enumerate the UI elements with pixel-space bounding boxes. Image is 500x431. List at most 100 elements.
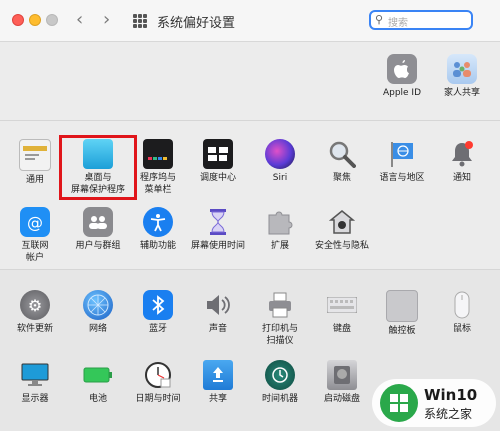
pref-software-update[interactable]: ⚙ 软件更新 — [3, 290, 67, 335]
pref-label: 家人共享 — [443, 88, 480, 98]
pref-apple-id[interactable]: Apple ID — [370, 54, 434, 99]
pref-label: 互联网 帐户 — [21, 241, 49, 263]
pref-mission-control[interactable]: 调度中心 — [186, 139, 250, 184]
pref-startup-disk[interactable]: 启动磁盘 — [310, 360, 374, 405]
spotlight-icon — [327, 139, 357, 169]
pref-label: 日期与时间 — [135, 394, 181, 404]
pref-siri[interactable]: Siri — [248, 139, 312, 184]
pref-label: 网络 — [88, 324, 107, 334]
show-all-grid-icon[interactable] — [133, 14, 147, 28]
site-watermark: Win10 系统之家 — [372, 379, 496, 427]
pref-label: 用户与群组 — [75, 241, 121, 251]
accessibility-icon — [143, 207, 173, 237]
security-icon — [327, 207, 357, 237]
language-icon — [387, 139, 417, 169]
time-machine-icon — [265, 360, 295, 390]
pref-sound[interactable]: 声音 — [186, 290, 250, 335]
screen-time-icon — [203, 207, 233, 237]
pref-label: 时间机器 — [261, 394, 298, 404]
pref-trackpad[interactable]: 触控板 — [370, 290, 434, 337]
pref-security-privacy[interactable]: 安全性与隐私 — [310, 207, 374, 252]
pref-label: 安全性与隐私 — [314, 241, 369, 251]
general-icon — [19, 139, 51, 171]
display-icon — [20, 360, 50, 390]
pref-label: 辅助功能 — [139, 241, 176, 251]
pref-notifications[interactable]: 通知 — [430, 139, 494, 184]
pref-internet-accounts[interactable]: @ 互联网 帐户 — [3, 207, 67, 264]
title-bar: ‹ › 系统偏好设置 ⚲ 搜索 — [0, 0, 500, 42]
sharing-icon — [203, 360, 233, 390]
search-field[interactable]: ⚲ 搜索 — [369, 10, 473, 30]
sound-icon — [203, 290, 233, 320]
pref-label: Siri — [272, 173, 288, 183]
apple-icon — [387, 54, 417, 84]
pref-accessibility[interactable]: 辅助功能 — [126, 207, 190, 252]
notification-icon — [447, 139, 477, 169]
pref-keyboard[interactable]: 键盘 — [310, 290, 374, 335]
search-placeholder: 搜索 — [388, 18, 408, 29]
highlight-box — [59, 135, 137, 200]
system-preferences-window: ‹ › 系统偏好设置 ⚲ 搜索 Apple ID 家人共享 通用 桌面与 屏幕保… — [0, 0, 500, 431]
internet-accounts-icon: @ — [20, 207, 50, 237]
pref-label: 语言与地区 — [379, 173, 425, 183]
pref-label: 键盘 — [332, 324, 351, 334]
pref-mouse[interactable]: 鼠标 — [430, 290, 494, 335]
pref-family-sharing[interactable]: 家人共享 — [430, 54, 494, 99]
pref-label: 扩展 — [270, 241, 289, 251]
pref-label: 声音 — [208, 324, 227, 334]
pref-general[interactable]: 通用 — [3, 139, 67, 186]
watermark-subtitle: 系统之家 — [424, 407, 473, 421]
pref-label: 打印机与 扫描仪 — [261, 324, 298, 346]
siri-icon — [265, 139, 295, 169]
users-icon — [83, 207, 113, 237]
pref-label: 屏幕使用时间 — [190, 241, 245, 251]
pref-label: 聚焦 — [332, 173, 351, 183]
window-title: 系统偏好设置 — [157, 16, 236, 31]
pref-label: 触控板 — [388, 326, 416, 336]
windows-logo-icon — [380, 384, 418, 422]
search-icon: ⚲ — [375, 13, 384, 26]
back-icon[interactable]: ‹ — [76, 10, 83, 30]
pref-label: 显示器 — [21, 394, 49, 404]
pref-battery[interactable]: 电池 — [66, 360, 130, 405]
pref-date-time[interactable]: 日期与时间 — [126, 360, 190, 405]
pref-label: 通用 — [25, 175, 44, 185]
pref-label: 通知 — [452, 173, 471, 183]
pref-sharing[interactable]: 共享 — [186, 360, 250, 405]
dock-icon — [143, 139, 173, 169]
pref-label: 启动磁盘 — [323, 394, 360, 404]
clock-icon — [143, 360, 173, 390]
startup-disk-icon — [327, 360, 357, 390]
pref-label: 鼠标 — [452, 324, 471, 334]
extensions-icon — [265, 207, 295, 237]
battery-icon — [83, 360, 113, 390]
printer-icon — [265, 290, 295, 320]
pref-bluetooth[interactable]: 蓝牙 — [126, 290, 190, 335]
keyboard-icon — [327, 290, 357, 320]
mouse-icon — [447, 290, 477, 320]
bluetooth-icon — [143, 290, 173, 320]
family-icon — [447, 54, 477, 84]
pref-extensions[interactable]: 扩展 — [248, 207, 312, 252]
pref-label: 蓝牙 — [148, 324, 167, 334]
pref-displays[interactable]: 显示器 — [3, 360, 67, 405]
network-icon — [83, 290, 113, 320]
software-update-icon: ⚙ — [20, 290, 50, 320]
forward-icon[interactable]: › — [103, 10, 110, 30]
pref-screen-time[interactable]: 屏幕使用时间 — [186, 207, 250, 252]
pref-printers-scanners[interactable]: 打印机与 扫描仪 — [248, 290, 312, 347]
pref-spotlight[interactable]: 聚焦 — [310, 139, 374, 184]
close-button[interactable] — [12, 14, 24, 26]
pref-language-region[interactable]: 语言与地区 — [370, 139, 434, 184]
pref-label: 调度中心 — [199, 173, 236, 183]
account-section: Apple ID 家人共享 — [0, 42, 500, 121]
minimize-button[interactable] — [29, 14, 41, 26]
pref-time-machine[interactable]: 时间机器 — [248, 360, 312, 405]
pref-label: 软件更新 — [16, 324, 53, 334]
mission-control-icon — [203, 139, 233, 169]
pref-network[interactable]: 网络 — [66, 290, 130, 335]
pref-label: 共享 — [208, 394, 227, 404]
watermark-title: Win10 — [424, 386, 478, 404]
zoom-button[interactable] — [46, 14, 58, 26]
pref-users-groups[interactable]: 用户与群组 — [66, 207, 130, 252]
